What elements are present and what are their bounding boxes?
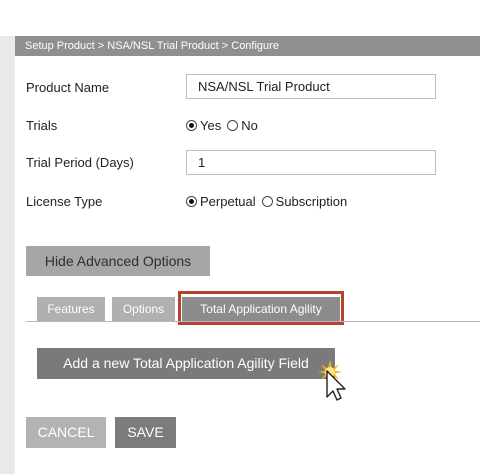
trial-period-label: Trial Period (Days) xyxy=(26,155,134,170)
trials-radio-group: Yes No xyxy=(186,118,264,133)
trial-period-input[interactable] xyxy=(186,150,436,175)
hide-advanced-options-button[interactable]: Hide Advanced Options xyxy=(26,246,210,276)
license-type-radio-group: Perpetual Subscription xyxy=(186,194,353,209)
add-total-application-agility-field-button[interactable]: Add a new Total Application Agility Fiel… xyxy=(37,348,335,379)
license-perpetual-label: Perpetual xyxy=(200,194,256,209)
product-name-label: Product Name xyxy=(26,80,110,95)
radio-selected-icon[interactable] xyxy=(186,196,197,207)
trials-no-radio[interactable]: No xyxy=(227,118,258,133)
trials-yes-radio[interactable]: Yes xyxy=(186,118,221,133)
trials-yes-label: Yes xyxy=(200,118,222,133)
license-perpetual-radio[interactable]: Perpetual xyxy=(186,194,256,209)
radio-unselected-icon[interactable] xyxy=(227,120,239,131)
radio-selected-icon[interactable] xyxy=(186,120,197,131)
license-subscription-radio[interactable]: Subscription xyxy=(261,194,348,209)
tab-divider xyxy=(26,321,480,322)
trials-no-label: No xyxy=(241,118,258,133)
radio-unselected-icon[interactable] xyxy=(261,196,273,207)
cancel-button[interactable]: CANCEL xyxy=(26,417,106,448)
trials-label: Trials xyxy=(26,118,58,133)
left-gutter xyxy=(0,36,15,474)
save-button[interactable]: SAVE xyxy=(115,417,176,448)
breadcrumb: Setup Product > NSA/NSL Trial Product > … xyxy=(15,36,480,56)
pointer-arrow-icon xyxy=(315,360,360,405)
license-subscription-label: Subscription xyxy=(275,194,348,209)
license-type-label: License Type xyxy=(26,194,103,209)
product-name-input[interactable] xyxy=(186,74,436,99)
tab-features[interactable]: Features xyxy=(37,297,105,321)
tab-highlight-box xyxy=(178,291,344,325)
top-bar xyxy=(0,0,480,36)
tab-options[interactable]: Options xyxy=(112,297,175,321)
